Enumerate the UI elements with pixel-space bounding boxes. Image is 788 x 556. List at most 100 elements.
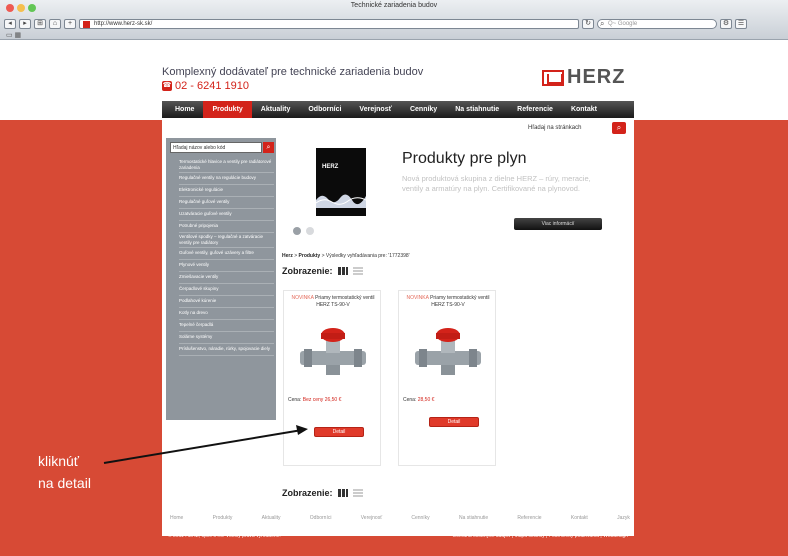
phone-icon: ☎: [162, 81, 172, 91]
footer-link[interactable]: Kontakt: [571, 515, 588, 521]
sidebar-item[interactable]: Kotly na drevo: [179, 308, 274, 320]
list-view-icon[interactable]: [352, 267, 363, 275]
grid-view-icon[interactable]: [337, 489, 348, 497]
promo-title: Produkty pre plyn: [402, 150, 527, 167]
product-card: NOVINKA Priamy termostatický ventil HERZ…: [398, 290, 496, 466]
main-menu: Home Produkty Aktuality Odborníci Verejn…: [162, 101, 634, 118]
promo-wave-graphic: [316, 194, 366, 208]
product-name[interactable]: NOVINKA Priamy termostatický ventil HERZ…: [288, 295, 378, 309]
breadcrumb: Herz > Produkty > Výsledky vyhľadávania …: [282, 253, 410, 259]
browser-chrome: Technické zariadenia budov ◂ ▸ ⊞ ⌂ + htt…: [0, 0, 788, 40]
back-button[interactable]: ◂: [4, 19, 16, 29]
footer-link[interactable]: Aktuality: [262, 515, 281, 521]
footer-links: Home Produkty Aktuality Odborníci Verejn…: [170, 515, 630, 521]
menu-item-aktuality[interactable]: Aktuality: [252, 101, 300, 118]
breadcrumb-section[interactable]: Produkty: [299, 253, 321, 259]
price-label: Cena:: [403, 397, 417, 403]
footer-link[interactable]: Verejnosť: [361, 515, 382, 521]
menu-item-verejnost[interactable]: Verejnosť: [350, 101, 401, 118]
site-search-label: Hľadaj na stránkach: [528, 125, 582, 131]
grid-view-icon[interactable]: [337, 267, 348, 275]
menu-item-home[interactable]: Home: [166, 101, 203, 118]
footer-link[interactable]: Cenníky: [411, 515, 429, 521]
sidebar-category-list: Termostatické hlavice a ventily pre radi…: [179, 158, 274, 356]
menu-item-referencie[interactable]: Referencie: [508, 101, 562, 118]
sidebar-item[interactable]: Guľové ventily, guľové uzávery a filtre: [179, 248, 274, 260]
promo-more-info-button[interactable]: Viac informácií: [514, 218, 602, 230]
price-value: Bez ceny 26,50 €: [302, 397, 342, 403]
product-title: Priamy termostatický ventil: [315, 295, 375, 301]
footer-link[interactable]: Referencie: [517, 515, 541, 521]
annotation-line-2: na detail: [38, 475, 91, 491]
valve-image[interactable]: [413, 323, 483, 379]
phone-number: ☎ 02 - 6241 1910: [162, 80, 249, 92]
footer-link[interactable]: Na stiahnutie: [459, 515, 488, 521]
product-price: Cena: Bez ceny 26,50 €: [288, 397, 341, 403]
breadcrumb-home[interactable]: Herz: [282, 253, 293, 259]
footer-link[interactable]: Odborníci: [310, 515, 332, 521]
footer-link[interactable]: Jazyk: [617, 515, 630, 521]
sidebar-item[interactable]: Elektronické regulácie: [179, 185, 274, 197]
detail-button[interactable]: Detail: [314, 427, 364, 437]
url-bar[interactable]: http://www.herz-sk.sk/: [79, 19, 579, 29]
footer-right-links[interactable]: Ochrana osobných údajov | Mapa stránky |…: [452, 533, 628, 539]
product-name[interactable]: NOVINKA Priamy termostatický ventil HERZ…: [403, 295, 493, 309]
product-new-badge: NOVINKA: [291, 295, 314, 301]
list-view-icon[interactable]: [352, 489, 363, 497]
bookmarks-bar-icon[interactable]: ▭ ▦: [6, 31, 21, 39]
view-switch-bottom: Zobrazenie:: [282, 488, 363, 498]
sidebar: Hľadaj názov alebo kód ⌕ Termostatické h…: [166, 138, 276, 420]
sidebar-item[interactable]: Potrubné pripojenia: [179, 221, 274, 233]
share-button[interactable]: ⌂: [49, 19, 61, 29]
sidebar-item[interactable]: Podlahové kúrenie: [179, 296, 274, 308]
sidebar-item[interactable]: Čerpadlové skupiny: [179, 284, 274, 296]
footer-link[interactable]: Home: [170, 515, 183, 521]
product-price: Cena: 28,50 €: [403, 397, 434, 403]
view-switch-top: Zobrazenie:: [282, 266, 363, 276]
annotation-text: kliknúť na detail: [38, 450, 91, 494]
sidebar-search-button[interactable]: ⌕: [263, 142, 274, 153]
product-new-badge: NOVINKA: [406, 295, 429, 301]
valve-image[interactable]: [298, 323, 368, 379]
sidebar-item[interactable]: Ventilové spodky – regulačné a zatváraci…: [179, 233, 274, 248]
sidebar-item[interactable]: Tepelné čerpadlá: [179, 320, 274, 332]
forward-button[interactable]: ▸: [19, 19, 31, 29]
site-logo[interactable]: HERZ: [542, 66, 625, 89]
promo-image-brand: HERZ: [322, 164, 339, 170]
detail-button[interactable]: Detail: [429, 417, 479, 427]
browser-search-input[interactable]: Q~ Google: [597, 19, 717, 29]
url-text: http://www.herz-sk.sk/: [94, 21, 153, 27]
view-label: Zobrazenie:: [282, 266, 333, 276]
sidebar-search-input[interactable]: Hľadaj názov alebo kód: [170, 142, 262, 153]
slider-dot-2[interactable]: [306, 227, 314, 235]
sidebar-item[interactable]: Uzatváracie guľové ventily: [179, 209, 274, 221]
promo-image[interactable]: HERZ: [316, 148, 366, 216]
sidebar-item[interactable]: Termostatické hlavice a ventily pre radi…: [179, 158, 274, 173]
add-bookmark-button[interactable]: +: [64, 19, 76, 29]
logo-mark-icon: [542, 69, 564, 86]
browser-toolbar: ◂ ▸ ⊞ ⌂ + http://www.herz-sk.sk/ ↻ Q~ Go…: [4, 18, 784, 30]
slider-dot-1[interactable]: [293, 227, 301, 235]
sidebar-item[interactable]: Regulačné guľové ventily: [179, 197, 274, 209]
reload-button[interactable]: ↻: [582, 19, 594, 29]
footer-copyright: © 2011 HERZ, spol. s r.o. Všetky práva v…: [168, 533, 281, 539]
menu-item-na-stiahnutie[interactable]: Na stiahnutie: [446, 101, 508, 118]
tools-icon[interactable]: ⚙: [720, 19, 732, 29]
sidebar-item[interactable]: Zmiešavacie ventily: [179, 272, 274, 284]
menu-item-odbornici[interactable]: Odborníci: [299, 101, 350, 118]
footer-link[interactable]: Produkty: [213, 515, 233, 521]
phone-text: 02 - 6241 1910: [175, 80, 250, 92]
sidebar-item[interactable]: Solárne systémy: [179, 332, 274, 344]
page-icon[interactable]: ☰: [735, 19, 747, 29]
menu-item-kontakt[interactable]: Kontakt: [562, 101, 606, 118]
sidebar-item[interactable]: Regulačné ventily na regulácie budovy: [179, 173, 274, 185]
bookmark-button[interactable]: ⊞: [34, 19, 46, 29]
sidebar-item[interactable]: Plynové ventily: [179, 260, 274, 272]
site-search-button[interactable]: ⌕: [612, 122, 626, 134]
menu-item-cenniky[interactable]: Cenníky: [401, 101, 446, 118]
sidebar-item[interactable]: Príslušenstvo, náradie, rúrky, spojovaci…: [179, 344, 274, 356]
price-value: 28,50 €: [417, 397, 435, 403]
breadcrumb-query: Výsledky vyhľadávania pre: '1772398': [325, 253, 410, 259]
menu-item-produkty[interactable]: Produkty: [203, 101, 252, 118]
favicon-icon: [83, 21, 90, 28]
